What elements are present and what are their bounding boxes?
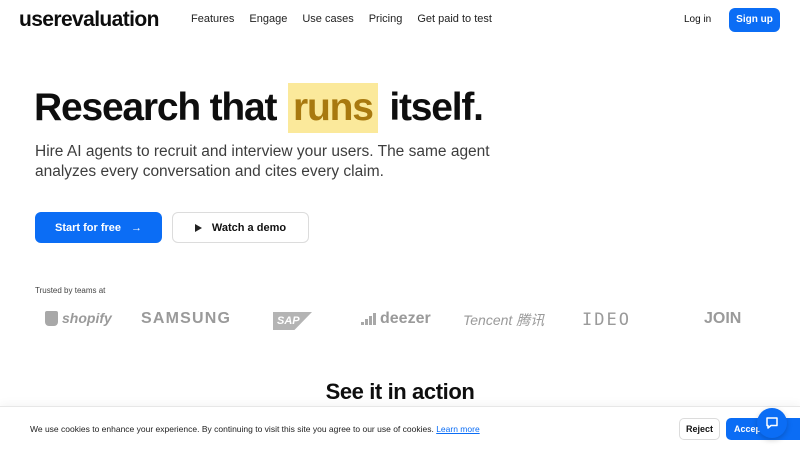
- hero-title-highlight: runs: [287, 83, 378, 133]
- start-for-free-button[interactable]: Start for free →: [35, 212, 162, 243]
- site-logo[interactable]: userevaluation: [19, 8, 159, 32]
- trusted-by-label: Trusted by teams at: [35, 286, 106, 295]
- join-logo: JOIN: [704, 310, 742, 327]
- nav-use-cases[interactable]: Use cases: [302, 13, 353, 25]
- customer-logos: shopify SAMSUNG SAP deezer Tencent 腾讯 ID…: [0, 308, 800, 334]
- shopify-logo: shopify: [45, 310, 112, 326]
- hero-title: Research that runs itself.: [34, 83, 484, 133]
- cookie-message: We use cookies to enhance your experienc…: [30, 424, 480, 434]
- cookie-message-text: We use cookies to enhance your experienc…: [30, 424, 434, 434]
- nav-features[interactable]: Features: [191, 13, 234, 25]
- play-icon: [194, 223, 202, 232]
- ideo-logo: IDEO: [582, 310, 631, 330]
- cookie-banner: We use cookies to enhance your experienc…: [0, 406, 800, 450]
- chat-bubble-icon: [766, 417, 778, 429]
- learn-more-link[interactable]: Learn more: [436, 424, 479, 434]
- main-nav: Features Engage Use cases Pricing Get pa…: [191, 13, 492, 25]
- reject-cookies-button[interactable]: Reject: [679, 418, 720, 440]
- start-for-free-label: Start for free: [54, 221, 122, 234]
- deezer-bars-icon: [361, 313, 376, 325]
- hero-title-end: itself.: [389, 86, 484, 129]
- hero-subtitle: Hire AI agents to recruit and interview …: [35, 143, 490, 180]
- deezer-logo-text: deezer: [380, 310, 431, 327]
- chat-widget-button[interactable]: [757, 408, 787, 438]
- login-link[interactable]: Log in: [684, 14, 711, 25]
- hero-title-start: Research that: [34, 86, 278, 129]
- arrow-right-icon: →: [131, 221, 143, 234]
- nav-pricing[interactable]: Pricing: [369, 13, 403, 25]
- section-title: See it in action: [325, 379, 475, 404]
- samsung-logo: SAMSUNG: [141, 310, 232, 327]
- sap-logo: SAP: [273, 312, 312, 330]
- nav-engage[interactable]: Engage: [249, 13, 287, 25]
- deezer-logo: deezer: [361, 310, 431, 328]
- shopify-bag-icon: [45, 310, 58, 326]
- shopify-logo-text: shopify: [62, 310, 112, 326]
- site-header: userevaluation Features Engage Use cases…: [0, 0, 800, 40]
- watch-demo-label: Watch a demo: [211, 221, 287, 234]
- nav-get-paid-to-test[interactable]: Get paid to test: [417, 13, 492, 25]
- signup-button[interactable]: Sign up: [729, 8, 780, 32]
- tencent-logo: Tencent 腾讯: [463, 312, 545, 328]
- watch-demo-button[interactable]: Watch a demo: [172, 212, 309, 243]
